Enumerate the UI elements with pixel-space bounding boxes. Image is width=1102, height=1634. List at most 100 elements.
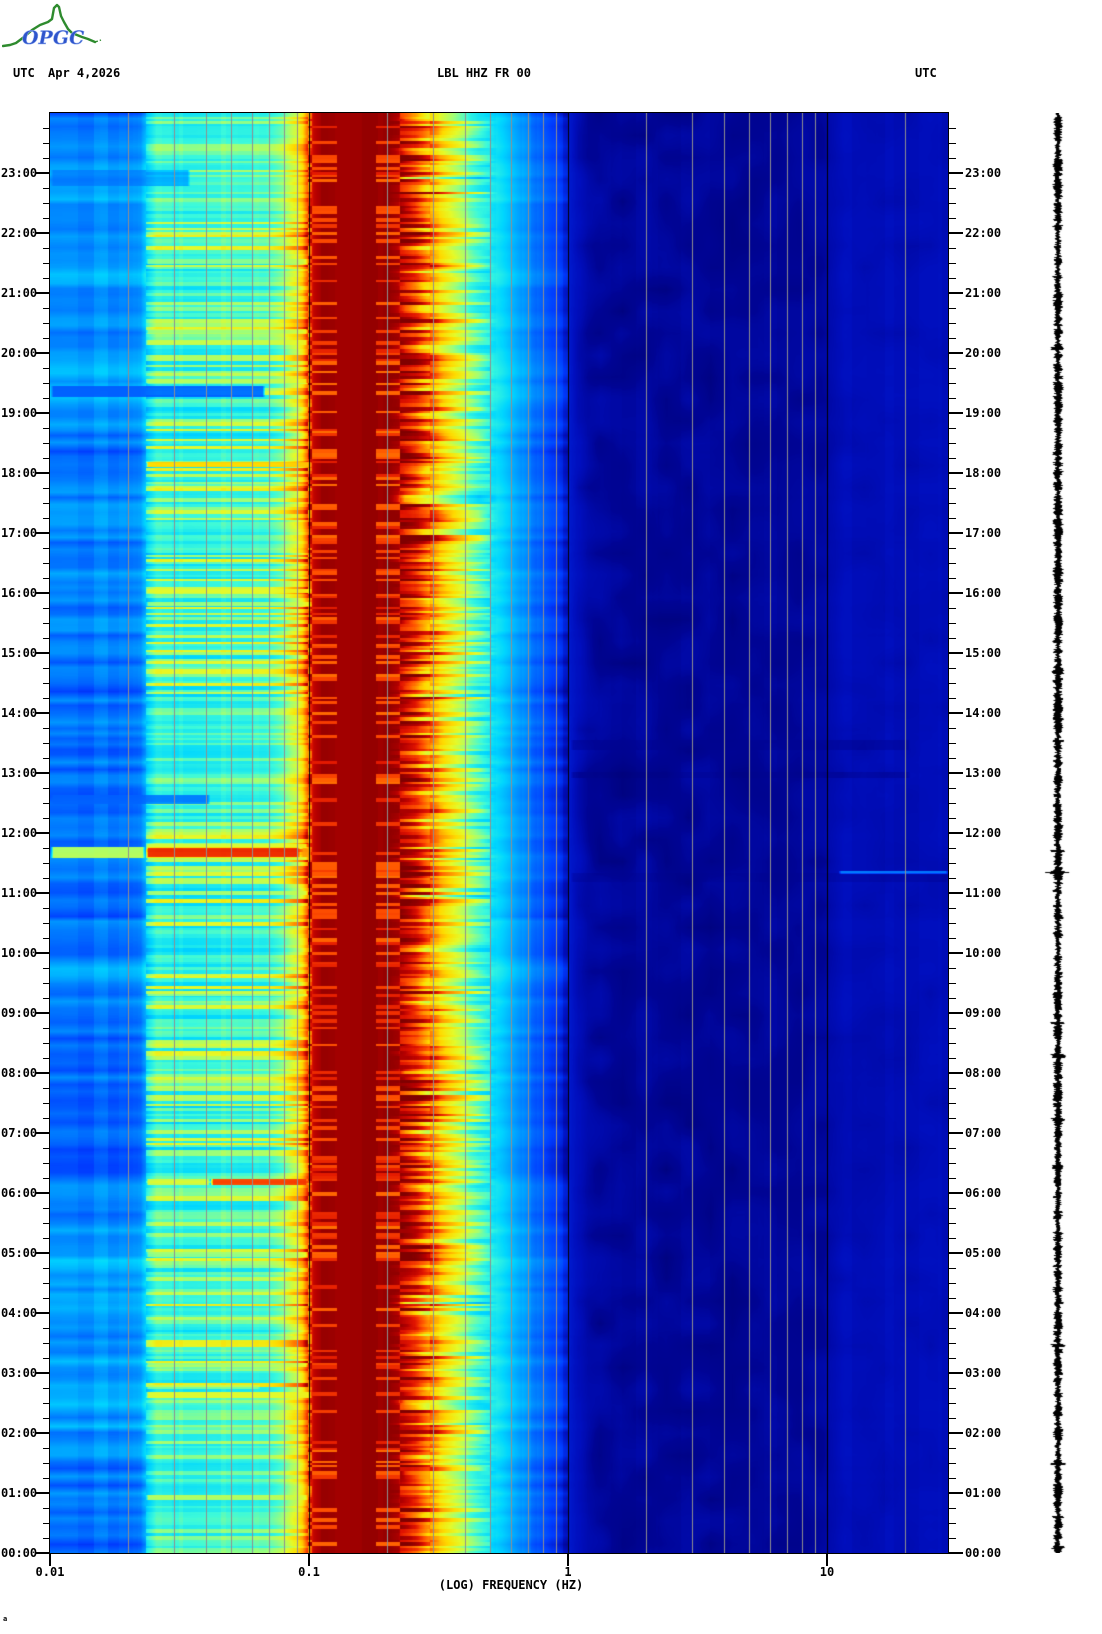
time-tick-major-right xyxy=(949,1192,963,1194)
time-tick-minor-left xyxy=(43,1283,50,1284)
time-tick-minor-right xyxy=(949,1223,956,1224)
time-label-left: 15:00 xyxy=(1,646,38,660)
time-label-right: 01:00 xyxy=(965,1486,1002,1500)
time-tick-major-right xyxy=(949,1492,963,1494)
time-label-right: 04:00 xyxy=(965,1306,1002,1320)
time-tick-minor-left xyxy=(43,698,50,699)
time-label-left: 13:00 xyxy=(1,766,38,780)
time-tick-minor-right xyxy=(949,878,956,879)
time-tick-minor-left xyxy=(43,668,50,669)
time-tick-minor-right xyxy=(949,788,956,789)
time-tick-major-right xyxy=(949,1252,963,1254)
time-tick-minor-right xyxy=(949,668,956,669)
time-tick-minor-right xyxy=(949,188,956,189)
time-tick-minor-left xyxy=(43,158,50,159)
time-tick-major-right xyxy=(949,832,963,834)
time-tick-minor-right xyxy=(949,1058,956,1059)
time-tick-minor-left xyxy=(43,998,50,999)
time-tick-minor-right xyxy=(949,608,956,609)
time-tick-minor-left xyxy=(43,1223,50,1224)
time-tick-minor-left xyxy=(43,1343,50,1344)
time-tick-minor-left xyxy=(43,878,50,879)
time-label-left: 17:00 xyxy=(1,526,38,540)
time-tick-minor-right xyxy=(949,518,956,519)
time-tick-minor-right xyxy=(949,1178,956,1179)
time-tick-minor-left xyxy=(43,188,50,189)
time-tick-minor-left xyxy=(43,818,50,819)
time-tick-minor-left xyxy=(43,443,50,444)
time-tick-minor-right xyxy=(949,1118,956,1119)
time-tick-major-right xyxy=(949,352,963,354)
time-label-right: 09:00 xyxy=(965,1006,1002,1020)
plot-title: LBL HHZ FR 00 xyxy=(437,66,531,80)
time-tick-minor-right xyxy=(949,203,956,204)
time-tick-major-left xyxy=(36,832,50,834)
time-tick-major-left xyxy=(36,1312,50,1314)
time-tick-major-left xyxy=(36,712,50,714)
time-tick-minor-left xyxy=(43,1103,50,1104)
time-label-right: 02:00 xyxy=(965,1426,1002,1440)
time-tick-minor-right xyxy=(949,398,956,399)
time-tick-minor-left xyxy=(43,383,50,384)
time-label-left: 16:00 xyxy=(1,586,38,600)
time-label-left: 06:00 xyxy=(1,1186,38,1200)
time-tick-minor-right xyxy=(949,548,956,549)
time-tick-minor-right xyxy=(949,1043,956,1044)
time-label-right: 17:00 xyxy=(965,526,1002,540)
time-tick-major-right xyxy=(949,1552,963,1554)
time-tick-major-left xyxy=(36,472,50,474)
time-tick-minor-right xyxy=(949,1358,956,1359)
spectrogram-canvas xyxy=(50,113,948,1553)
time-tick-minor-right xyxy=(949,818,956,819)
time-tick-minor-left xyxy=(43,1478,50,1479)
logo-text: OPGC xyxy=(22,27,84,49)
spectrogram-plot xyxy=(49,112,949,1554)
time-tick-minor-right xyxy=(949,368,956,369)
time-tick-minor-right xyxy=(949,1283,956,1284)
time-label-left: 09:00 xyxy=(1,1006,38,1020)
time-tick-minor-right xyxy=(949,1523,956,1524)
time-label-right: 10:00 xyxy=(965,946,1002,960)
time-label-right: 00:00 xyxy=(965,1546,1002,1560)
time-tick-minor-right xyxy=(949,1478,956,1479)
time-tick-minor-left xyxy=(43,323,50,324)
time-label-right: 23:00 xyxy=(965,166,1002,180)
time-tick-major-right xyxy=(949,652,963,654)
time-tick-minor-right xyxy=(949,638,956,639)
time-tick-minor-left xyxy=(43,1043,50,1044)
time-tick-major-left xyxy=(36,352,50,354)
time-tick-minor-left xyxy=(43,503,50,504)
header-utc-left: UTC xyxy=(13,66,35,80)
time-label-left: 19:00 xyxy=(1,406,38,420)
time-tick-minor-right xyxy=(949,248,956,249)
time-tick-minor-right xyxy=(949,743,956,744)
time-label-left: 22:00 xyxy=(1,226,38,240)
time-tick-minor-right xyxy=(949,158,956,159)
time-label-right: 14:00 xyxy=(965,706,1002,720)
time-tick-major-right xyxy=(949,472,963,474)
time-label-left: 07:00 xyxy=(1,1126,38,1140)
time-tick-minor-right xyxy=(949,1448,956,1449)
time-tick-minor-right xyxy=(949,563,956,564)
time-tick-minor-right xyxy=(949,503,956,504)
freq-axis-title: (LOG) FREQUENCY (HZ) xyxy=(438,1578,584,1592)
time-tick-major-right xyxy=(949,1012,963,1014)
time-tick-minor-left xyxy=(43,548,50,549)
time-label-left: 14:00 xyxy=(1,706,38,720)
time-label-right: 07:00 xyxy=(965,1126,1002,1140)
time-tick-major-right xyxy=(949,1432,963,1434)
time-tick-major-left xyxy=(36,1072,50,1074)
time-tick-minor-left xyxy=(43,1178,50,1179)
time-tick-minor-left xyxy=(43,218,50,219)
time-tick-minor-left xyxy=(43,1388,50,1389)
time-tick-minor-left xyxy=(43,683,50,684)
time-tick-minor-left xyxy=(43,1523,50,1524)
time-label-left: 23:00 xyxy=(1,166,38,180)
time-tick-major-right xyxy=(949,172,963,174)
time-tick-minor-left xyxy=(43,1463,50,1464)
time-tick-major-right xyxy=(949,1372,963,1374)
time-tick-minor-right xyxy=(949,983,956,984)
time-tick-minor-left xyxy=(43,578,50,579)
time-label-left: 21:00 xyxy=(1,286,38,300)
time-tick-major-left xyxy=(36,1252,50,1254)
